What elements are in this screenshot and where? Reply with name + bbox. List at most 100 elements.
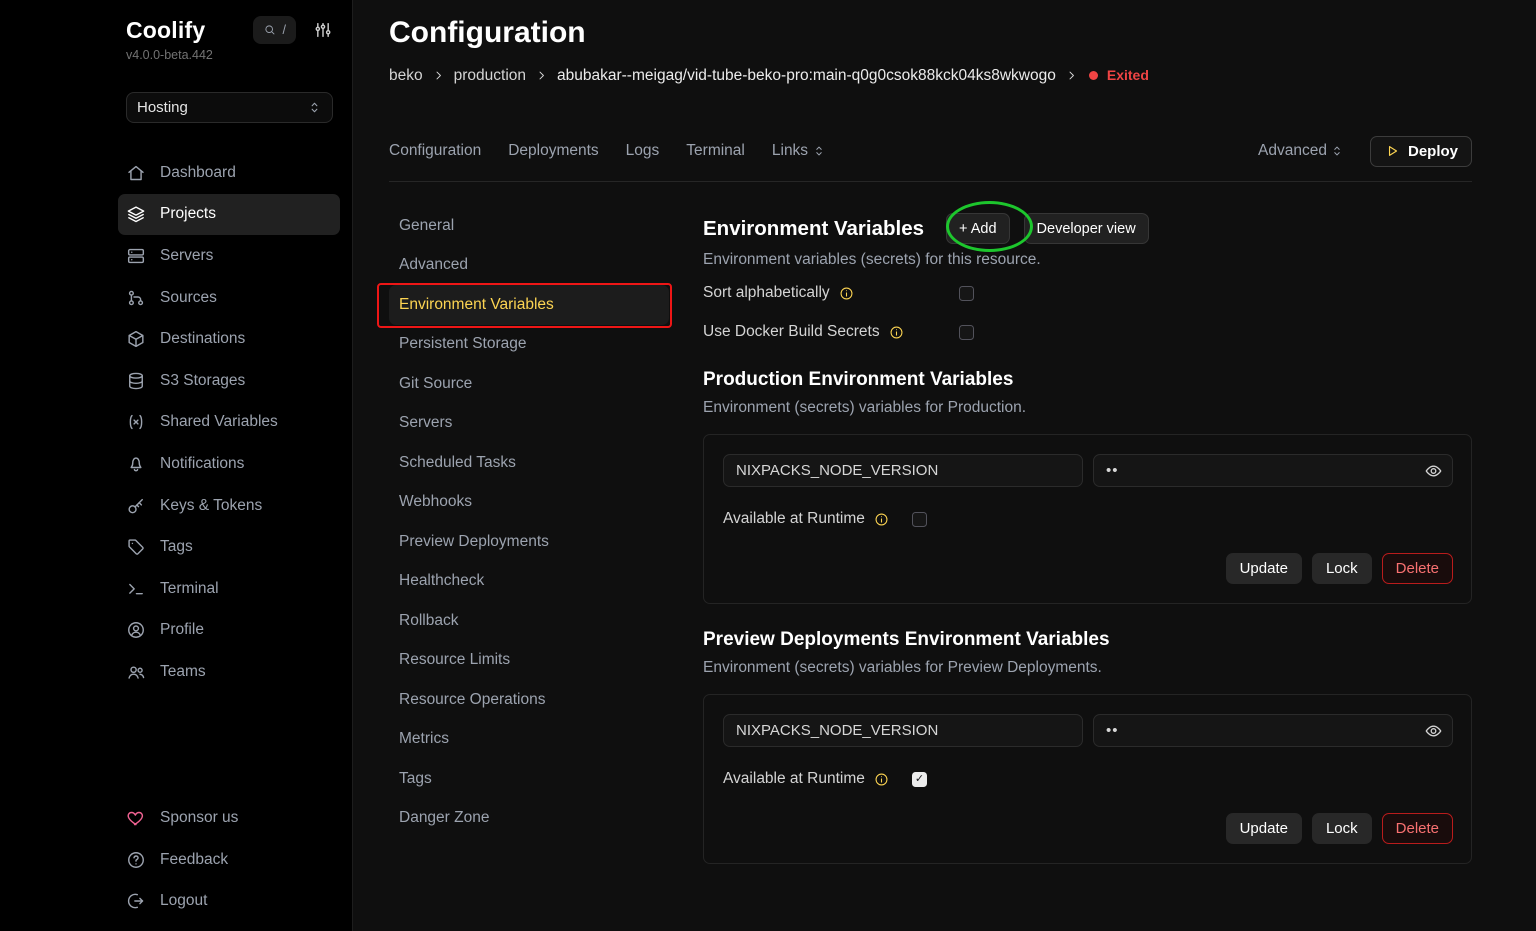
sidebar-item-logout[interactable]: Logout: [118, 880, 340, 922]
subnav-item-label: Danger Zone: [399, 809, 489, 827]
env-value-input[interactable]: [1093, 454, 1453, 487]
env-var-actions: Update Lock Delete: [723, 553, 1453, 584]
info-icon: [874, 772, 889, 787]
tab-logs[interactable]: Logs: [626, 142, 660, 160]
sidebar-item-label: Feedback: [160, 851, 228, 869]
sidebar-item-feedback[interactable]: Feedback: [118, 839, 340, 881]
search-icon: [263, 23, 277, 37]
env-value-wrap: [1093, 454, 1453, 487]
heart-icon: [126, 808, 146, 828]
settings-subnav: GeneralAdvancedEnvironment VariablesPers…: [389, 182, 669, 864]
sidebar-item-keys-tokens[interactable]: Keys & Tokens: [118, 485, 340, 527]
env-key-input[interactable]: [723, 714, 1083, 747]
subnav-item-label: Tags: [399, 770, 432, 788]
breadcrumb-item[interactable]: production: [454, 66, 526, 85]
sidebar-item-servers[interactable]: Servers: [118, 235, 340, 277]
chevrons-up-down-icon: [1330, 144, 1344, 158]
user-icon: [126, 620, 146, 640]
info-icon: [839, 286, 854, 301]
available-at-runtime-row: Available at Runtime: [723, 767, 1453, 791]
sort-alphabetically-label: Sort alphabetically: [703, 284, 830, 302]
sidebar-item-notifications[interactable]: Notifications: [118, 443, 340, 485]
lock-button[interactable]: Lock: [1312, 553, 1372, 584]
subnav-item-label: Resource Operations: [399, 691, 545, 709]
delete-button[interactable]: Delete: [1382, 813, 1453, 844]
env-value-input[interactable]: [1093, 714, 1453, 747]
tab-configuration[interactable]: Configuration: [389, 142, 481, 160]
subnav-item-scheduled-tasks[interactable]: Scheduled Tasks: [389, 443, 669, 483]
sidebar-item-sponsor-us[interactable]: Sponsor us: [118, 797, 340, 839]
update-button[interactable]: Update: [1226, 813, 1302, 844]
breadcrumb-item[interactable]: abubakar--meigag/vid-tube-beko-pro:main-…: [557, 66, 1056, 85]
sidebar-item-label: Profile: [160, 621, 204, 639]
update-button[interactable]: Update: [1226, 553, 1302, 584]
subnav-item-git-source[interactable]: Git Source: [389, 364, 669, 404]
available-at-runtime-checkbox[interactable]: [912, 772, 927, 787]
breadcrumb-item[interactable]: beko: [389, 66, 423, 85]
database-icon: [126, 371, 146, 391]
subnav-item-healthcheck[interactable]: Healthcheck: [389, 562, 669, 602]
chevrons-up-down-icon: [307, 100, 322, 115]
global-settings-button[interactable]: [313, 20, 333, 40]
server-icon: [126, 246, 146, 266]
preview-env-var-card: Available at Runtime Update Lock Delete: [703, 694, 1472, 864]
sidebar-item-destinations[interactable]: Destinations: [118, 318, 340, 360]
sidebar-item-projects[interactable]: Projects: [118, 194, 340, 236]
team-select[interactable]: Hosting: [126, 92, 333, 123]
deploy-button[interactable]: Deploy: [1370, 136, 1472, 167]
reveal-value-button[interactable]: [1424, 721, 1443, 740]
subnav-item-label: Resource Limits: [399, 651, 510, 669]
subnav-item-environment-variables[interactable]: Environment Variables: [389, 285, 669, 325]
search-button[interactable]: /: [253, 16, 296, 44]
subnav-item-advanced[interactable]: Advanced: [389, 246, 669, 286]
sidebar-footer: Sponsor usFeedbackLogout: [126, 797, 333, 931]
tabs-list: Configuration Deployments Logs Terminal Link…: [389, 142, 853, 160]
sidebar-item-profile[interactable]: Profile: [118, 610, 340, 652]
sidebar-item-tags[interactable]: Tags: [118, 526, 340, 568]
subnav-item-label: Webhooks: [399, 493, 472, 511]
tab-links[interactable]: Links: [772, 142, 826, 160]
delete-button[interactable]: Delete: [1382, 553, 1453, 584]
subnav-item-danger-zone[interactable]: Danger Zone: [389, 799, 669, 839]
sidebar-item-shared-variables[interactable]: Shared Variables: [118, 402, 340, 444]
sliders-icon: [313, 20, 333, 40]
subnav-item-metrics[interactable]: Metrics: [389, 720, 669, 760]
available-at-runtime-checkbox[interactable]: [912, 512, 927, 527]
env-value-wrap: [1093, 714, 1453, 747]
env-key-input[interactable]: [723, 454, 1083, 487]
info-icon: [889, 325, 904, 340]
subnav-item-preview-deployments[interactable]: Preview Deployments: [389, 522, 669, 562]
subnav-item-rollback[interactable]: Rollback: [389, 601, 669, 641]
eye-icon: [1424, 461, 1443, 480]
docker-build-secrets-checkbox[interactable]: [959, 325, 974, 340]
sidebar-item-label: Terminal: [160, 580, 219, 598]
subnav-item-webhooks[interactable]: Webhooks: [389, 483, 669, 523]
subnav-item-general[interactable]: General: [389, 206, 669, 246]
developer-view-button[interactable]: Developer view: [1024, 213, 1149, 244]
sidebar-item-dashboard[interactable]: Dashboard: [118, 152, 340, 194]
subnav-item-label: Servers: [399, 414, 452, 432]
sidebar-item-teams[interactable]: Teams: [118, 651, 340, 693]
page-title: Configuration: [389, 15, 1472, 51]
add-env-var-button[interactable]: + Add: [946, 213, 1010, 244]
reveal-value-button[interactable]: [1424, 461, 1443, 480]
search-shortcut: /: [283, 23, 286, 37]
tab-deployments[interactable]: Deployments: [508, 142, 598, 160]
lock-button[interactable]: Lock: [1312, 813, 1372, 844]
subnav-item-servers[interactable]: Servers: [389, 404, 669, 444]
tabs-row: Configuration Deployments Logs Terminal Link…: [389, 141, 1472, 161]
subnav-item-tags[interactable]: Tags: [389, 759, 669, 799]
sidebar-item-terminal[interactable]: Terminal: [118, 568, 340, 610]
subnav-item-resource-limits[interactable]: Resource Limits: [389, 641, 669, 681]
subnav-item-persistent-storage[interactable]: Persistent Storage: [389, 325, 669, 365]
app-logo: Coolify: [126, 17, 205, 44]
sidebar-item-sources[interactable]: Sources: [118, 277, 340, 319]
sidebar-item-label: Keys & Tokens: [160, 497, 262, 515]
tab-terminal[interactable]: Terminal: [686, 142, 745, 160]
coolify-app: Coolify / v4.0.0-beta.442 Hosting Dashbo…: [0, 0, 1536, 931]
advanced-selector[interactable]: Advanced: [1258, 142, 1344, 160]
sidebar-nav: DashboardProjectsServersSourcesDestinati…: [126, 152, 333, 693]
sort-alphabetically-checkbox[interactable]: [959, 286, 974, 301]
subnav-item-resource-operations[interactable]: Resource Operations: [389, 680, 669, 720]
sidebar-item-s3-storages[interactable]: S3 Storages: [118, 360, 340, 402]
